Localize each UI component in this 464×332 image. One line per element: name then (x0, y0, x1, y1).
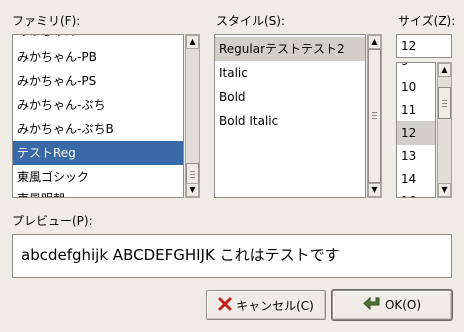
family-item[interactable]: みかちゃん-PB (13, 45, 183, 69)
size-item[interactable]: 13 (397, 144, 435, 168)
ok-button[interactable]: OK(O) (332, 290, 452, 320)
family-item-partial-bottom[interactable]: 東風明朝 (13, 187, 183, 197)
scroll-down-arrow-icon[interactable]: ▼ (368, 183, 381, 197)
cancel-button[interactable]: キャンセル(C) (206, 290, 326, 320)
style-item-selected[interactable]: Regularテストテスト2 (215, 37, 365, 61)
family-scroll-thumb[interactable] (186, 163, 199, 185)
family-item[interactable]: 東風ゴシック (13, 165, 183, 189)
family-scrollbar[interactable]: ▲ ▼ (185, 34, 200, 198)
family-item[interactable]: みかちゃん-PS (13, 69, 183, 93)
style-item[interactable]: Bold (215, 85, 365, 109)
ok-button-label: OK(O) (384, 298, 422, 312)
family-item-selected[interactable]: テストReg (13, 141, 183, 165)
preview-label: プレビュー(P): (12, 214, 93, 228)
style-scroll-thumb[interactable] (368, 49, 381, 183)
ok-arrow-icon (363, 296, 381, 315)
style-list[interactable]: Regularテストテスト2 Italic Bold Bold Italic (214, 34, 366, 198)
scroll-up-arrow-icon[interactable]: ▲ (438, 63, 451, 77)
size-scrollbar[interactable]: ▲ ▼ (437, 62, 452, 198)
cancel-button-label: キャンセル(C) (236, 298, 314, 313)
style-item[interactable]: Bold Italic (215, 109, 365, 133)
style-label: スタイル(S): (216, 14, 286, 28)
size-item[interactable]: 10 (397, 75, 435, 99)
scroll-down-arrow-icon[interactable]: ▼ (186, 183, 199, 197)
preview-entry[interactable]: abcdefghijk ABCDEFGHIJK これはテストです (12, 234, 452, 278)
size-label: サイズ(Z): (398, 14, 456, 28)
family-list[interactable]: みかちゃん みかちゃん-PB みかちゃん-PS みかちゃん-ぷち みかちゃん-ぷ… (12, 34, 184, 198)
scroll-up-arrow-icon[interactable]: ▲ (186, 35, 199, 49)
scroll-up-arrow-icon[interactable]: ▲ (368, 35, 381, 49)
size-item-selected[interactable]: 12 (397, 121, 435, 145)
size-item-partial-bottom[interactable]: 16 (397, 189, 435, 197)
size-list[interactable]: 9 10 11 12 13 14 16 (396, 62, 436, 198)
style-item[interactable]: Italic (215, 61, 365, 85)
family-item[interactable]: みかちゃん-ぷち (13, 93, 183, 117)
size-input[interactable]: 12 (396, 34, 452, 58)
style-scrollbar[interactable]: ▲ ▼ (367, 34, 382, 198)
cancel-x-icon (218, 297, 232, 314)
scroll-down-arrow-icon[interactable]: ▼ (438, 183, 451, 197)
size-item-partial-top[interactable]: 9 (397, 63, 435, 73)
family-item-partial-top[interactable]: みかちゃん (13, 35, 183, 43)
family-item[interactable]: みかちゃん-ぷちB (13, 117, 183, 141)
family-label: ファミリ(F): (12, 14, 81, 28)
size-scroll-thumb[interactable] (438, 87, 451, 119)
size-item[interactable]: 11 (397, 98, 435, 122)
size-item[interactable]: 14 (397, 167, 435, 191)
